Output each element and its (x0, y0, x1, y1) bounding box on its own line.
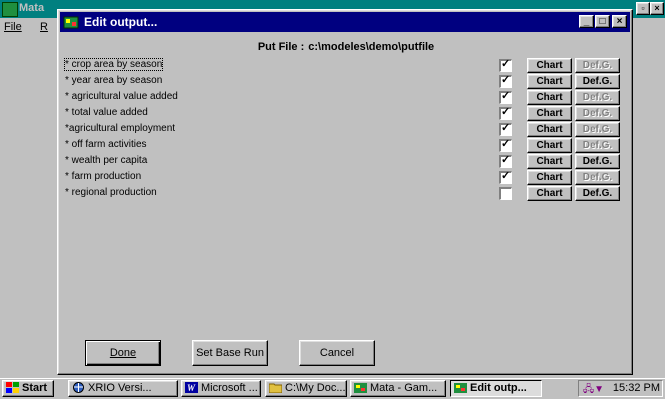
chart-button[interactable]: Chart (527, 74, 572, 89)
output-row: * agricultural value added ✓ Chart Def.G. (58, 90, 634, 106)
output-checkbox[interactable]: ✓ (499, 106, 512, 120)
output-checkbox[interactable] (499, 187, 512, 200)
output-label[interactable]: *agricultural employment (65, 123, 175, 134)
output-checkbox[interactable]: ✓ (499, 90, 512, 104)
network-icon[interactable]: 🖧 (583, 384, 594, 395)
output-label[interactable]: * year area by season (65, 75, 162, 86)
volume-icon[interactable]: ▼ (594, 384, 604, 395)
put-file-label: Put File : (257, 41, 305, 53)
output-row: * year area by season ✓ Chart Def.G. (58, 74, 634, 90)
tray-icons[interactable]: 🖧▼ (583, 382, 604, 399)
folder-icon (269, 383, 282, 393)
chart-button[interactable]: Chart (527, 122, 572, 137)
output-label[interactable]: * regional production (65, 187, 157, 198)
windows-logo-icon (6, 381, 19, 393)
taskbar-item-edit-output[interactable]: Edit outp... (450, 380, 542, 397)
word-icon: W (185, 381, 198, 393)
output-row: * regional production Chart Def.G. (58, 186, 634, 202)
chart-button[interactable]: Chart (527, 138, 572, 153)
menu-r[interactable]: R (40, 21, 48, 33)
set-base-run-button[interactable]: Set Base Run (192, 340, 268, 366)
checkmark-icon: ✓ (501, 106, 511, 118)
chart-button[interactable]: Chart (527, 154, 572, 169)
checkmark-icon: ✓ (501, 138, 511, 150)
background-window-controls: ▫ × (636, 2, 664, 20)
output-label[interactable]: * off farm activities (65, 139, 147, 150)
output-label[interactable]: * wealth per capita (65, 155, 147, 166)
maximize-icon[interactable]: □ (595, 15, 610, 28)
system-tray: 🖧▼ 15:32 PM (578, 380, 663, 397)
output-checkbox[interactable]: ✓ (499, 170, 512, 184)
taskbar-item-mata[interactable]: Mata - Gam... (350, 380, 446, 397)
def-g-button[interactable]: Def.G. (575, 122, 620, 137)
def-g-button[interactable]: Def.G. (575, 170, 620, 185)
dialog-title-bar[interactable]: Edit output... _ □ × (60, 12, 630, 32)
output-label[interactable]: * total value added (65, 107, 148, 118)
taskbar-item-xrio[interactable]: XRIO Versi... (68, 380, 178, 397)
minimize-icon[interactable]: _ (579, 15, 594, 28)
def-g-button[interactable]: Def.G. (575, 74, 620, 89)
output-row: * farm production ✓ Chart Def.G. (58, 170, 634, 186)
def-g-button[interactable]: Def.G. (575, 58, 620, 73)
clock[interactable]: 15:32 PM (613, 382, 660, 394)
checkmark-icon: ✓ (501, 170, 511, 182)
checkmark-icon: ✓ (501, 154, 511, 166)
app-icon (454, 382, 467, 393)
menu-file[interactable]: File (4, 21, 22, 33)
def-g-button[interactable]: Def.G. (575, 186, 620, 201)
output-row: * crop area by season ✓ Chart Def.G. (58, 58, 634, 74)
taskbar-item-microsoft[interactable]: W Microsoft ... (181, 380, 261, 397)
checkmark-icon: ✓ (501, 74, 511, 86)
close-icon[interactable]: × (612, 15, 627, 28)
chart-button[interactable]: Chart (527, 170, 572, 185)
output-label[interactable]: * farm production (65, 171, 141, 182)
output-checkbox[interactable]: ✓ (499, 74, 512, 88)
taskbar-item-my-documents[interactable]: C:\My Doc... (265, 380, 347, 397)
output-row: * wealth per capita ✓ Chart Def.G. (58, 154, 634, 170)
start-button[interactable]: Start (2, 380, 54, 397)
def-g-button[interactable]: Def.G. (575, 106, 620, 121)
chart-button[interactable]: Chart (527, 186, 572, 201)
def-g-button[interactable]: Def.G. (575, 90, 620, 105)
output-label[interactable]: * agricultural value added (65, 91, 178, 102)
globe-icon (73, 381, 84, 393)
checkmark-icon: ✓ (501, 90, 511, 102)
checkmark-icon: ✓ (501, 122, 511, 134)
chart-button[interactable]: Chart (527, 90, 572, 105)
edit-output-dialog: Edit output... _ □ × Put File : c:\modeles\… (57, 9, 633, 375)
cancel-button[interactable]: Cancel (299, 340, 375, 366)
background-window-title: Mata (19, 2, 45, 14)
output-checkbox[interactable]: ✓ (499, 138, 512, 152)
restore-icon[interactable]: ▫ (636, 2, 650, 15)
dialog-window-controls: _ □ × (578, 15, 627, 33)
output-row: * total value added ✓ Chart Def.G. (58, 106, 634, 122)
output-checkbox[interactable]: ✓ (499, 122, 512, 136)
output-checkbox[interactable]: ✓ (499, 58, 512, 72)
output-checkbox[interactable]: ✓ (499, 154, 512, 168)
output-label[interactable]: * crop area by season (63, 58, 164, 71)
svg-text:W: W (187, 383, 196, 393)
dialog-title: Edit output... (84, 15, 158, 29)
def-g-button[interactable]: Def.G. (575, 154, 620, 169)
def-g-button[interactable]: Def.G. (575, 138, 620, 153)
output-row: *agricultural employment ✓ Chart Def.G. (58, 122, 634, 138)
chart-button[interactable]: Chart (527, 58, 572, 73)
done-button[interactable]: Done (85, 340, 161, 366)
put-file-line: Put File : c:\modeles\demo\putfile (58, 41, 634, 53)
checkmark-icon: ✓ (501, 58, 511, 70)
output-row: * off farm activities ✓ Chart Def.G. (58, 138, 634, 154)
app-icon (63, 16, 79, 29)
put-file-path: c:\modeles\demo\putfile (308, 41, 435, 53)
chart-button[interactable]: Chart (527, 106, 572, 121)
app-icon (354, 382, 367, 393)
taskbar: Start XRIO Versi... W Microsoft ... C:\My… (0, 378, 665, 398)
close-icon[interactable]: × (650, 2, 664, 15)
app-icon (2, 2, 18, 17)
